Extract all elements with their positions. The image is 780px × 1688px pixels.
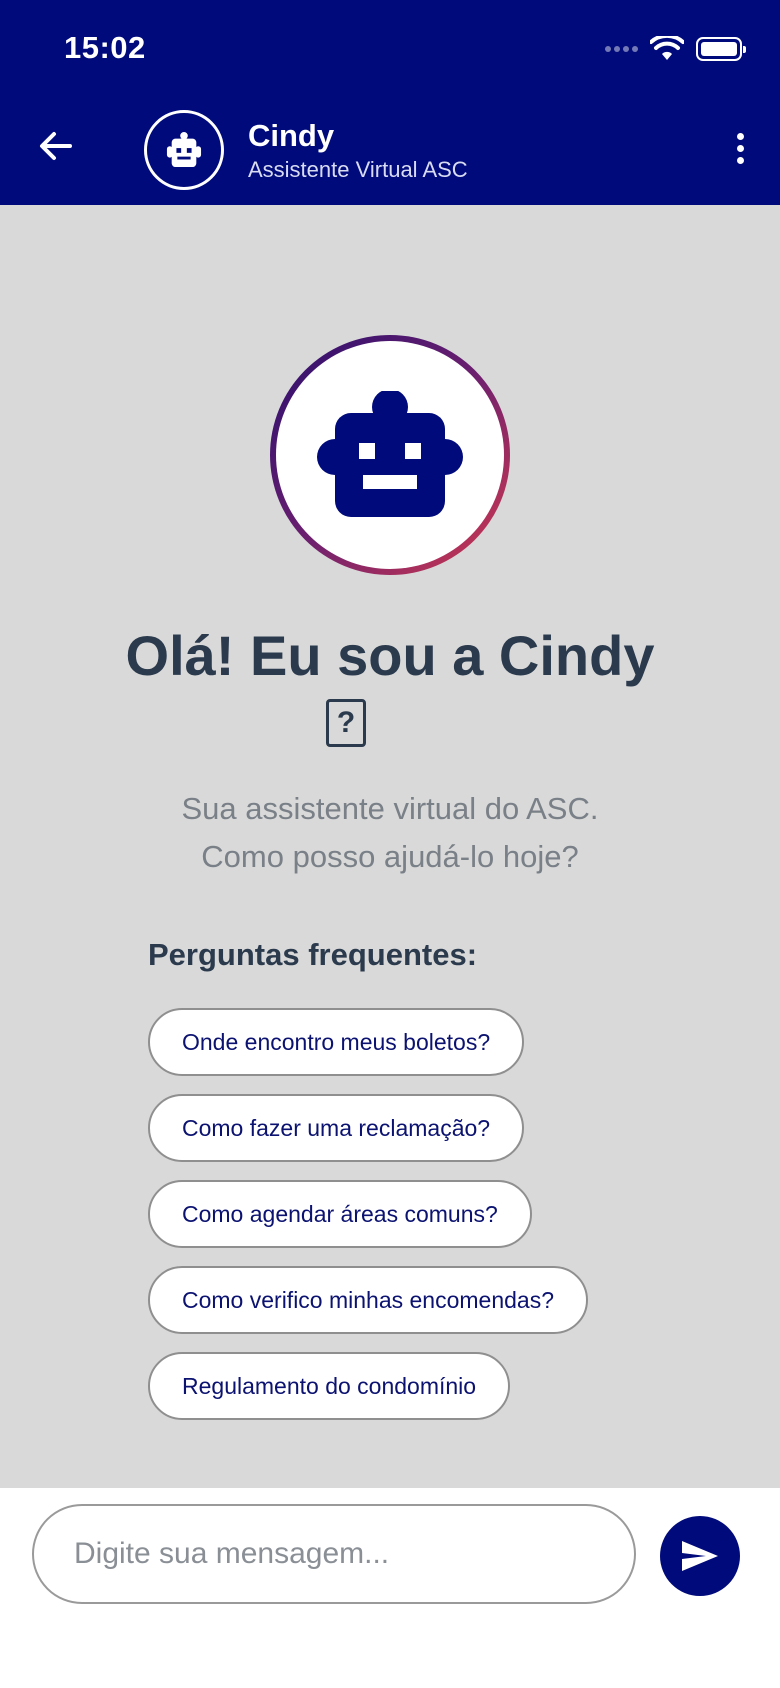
assistant-subtitle: Assistente Virtual ASC	[248, 157, 468, 182]
faq-chip-encomendas[interactable]: Como verifico minhas encomendas?	[148, 1266, 589, 1334]
faq-list: Onde encontro meus boletos? Como fazer u…	[148, 1008, 589, 1420]
wifi-icon	[650, 36, 684, 60]
back-button[interactable]	[34, 124, 78, 168]
welcome-avatar	[270, 335, 510, 575]
missing-emoji-glyph: ?	[326, 699, 366, 747]
assistant-avatar	[144, 110, 224, 190]
arrow-left-icon	[40, 132, 72, 160]
faq-chip-reclamacao[interactable]: Como fazer uma reclamação?	[148, 1094, 525, 1162]
more-vertical-icon	[736, 132, 744, 140]
battery-icon	[696, 37, 746, 61]
faq-chip-areas-comuns[interactable]: Como agendar áreas comuns?	[148, 1180, 532, 1248]
faq-chip-boletos[interactable]: Onde encontro meus boletos?	[148, 1008, 525, 1076]
send-button[interactable]	[660, 1516, 740, 1596]
status-icons	[605, 36, 746, 62]
assistant-name: Cindy	[248, 118, 335, 153]
robot-icon	[166, 132, 202, 168]
status-time: 15:02	[64, 30, 146, 65]
message-input[interactable]	[32, 1504, 636, 1604]
welcome-intro: Sua assistente virtual do ASC. Como poss…	[0, 785, 780, 881]
message-composer	[0, 1488, 780, 1688]
chat-area: Olá! Eu sou a Cindy ? Sua assistente vir…	[0, 205, 780, 1488]
intro-line-2: Como posso ajudá-lo hoje?	[201, 839, 579, 874]
send-icon	[682, 1541, 718, 1571]
app-header: 15:02 Cindy Assistente Virtual ASC	[0, 0, 780, 205]
intro-line-1: Sua assistente virtual do ASC.	[181, 791, 599, 826]
welcome-heading: Olá! Eu sou a Cindy	[125, 624, 655, 687]
signal-icon	[605, 46, 638, 52]
faq-chip-regulamento[interactable]: Regulamento do condomínio	[148, 1352, 511, 1420]
robot-icon	[317, 391, 463, 517]
more-options-button[interactable]	[720, 126, 760, 170]
faq-title: Perguntas frequentes:	[148, 937, 478, 972]
